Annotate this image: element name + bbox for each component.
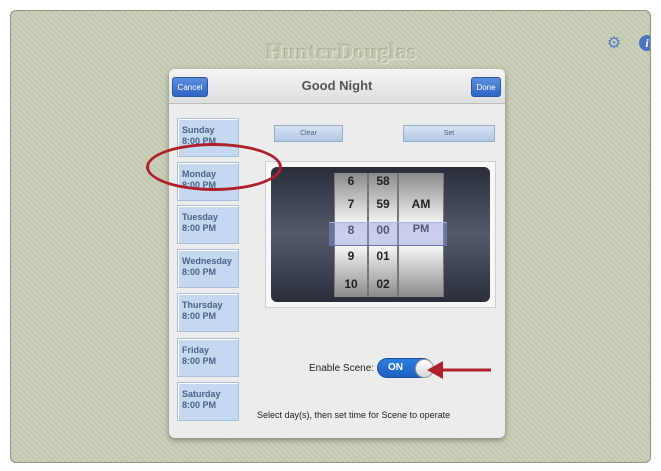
hour-option[interactable]: 9 [335,249,367,263]
scene-dialog: Cancel Good Night Done Sunday 8:00 PM Mo… [169,69,505,438]
period-option[interactable]: AM [399,197,443,211]
brand-logo: HunterDouglas [266,39,417,64]
minute-option[interactable]: 59 [369,197,397,211]
day-wednesday[interactable]: Wednesday 8:00 PM [177,249,239,288]
dialog-header: Cancel Good Night Done [169,69,505,104]
enable-scene-toggle[interactable]: ON [377,358,434,378]
done-button[interactable]: Done [471,77,501,97]
gear-icon[interactable]: ⚙ [606,35,622,52]
set-button[interactable]: Set [403,125,495,142]
time-picker[interactable]: 6 7 8 9 10 58 59 00 01 02 AM PM [271,167,490,302]
toggle-state-text: ON [388,362,403,373]
selection-band [329,222,447,246]
time-picker-frame: 6 7 8 9 10 58 59 00 01 02 AM PM [265,161,496,308]
minute-option[interactable]: 58 [369,174,397,188]
enable-scene-label: Enable Scene: [309,363,375,374]
day-thursday[interactable]: Thursday 8:00 PM [177,293,239,332]
hour-option[interactable]: 10 [335,277,367,291]
clear-button[interactable]: Clear [274,125,343,142]
day-friday[interactable]: Friday 8:00 PM [177,338,239,377]
day-saturday[interactable]: Saturday 8:00 PM [177,382,239,421]
hour-option[interactable]: 6 [335,174,367,188]
instruction-text: Select day(s), then set time for Scene t… [257,410,451,420]
day-tuesday[interactable]: Tuesday 8:00 PM [177,205,239,244]
pointer-arrow-icon [427,361,491,379]
info-icon[interactable]: i [639,35,650,51]
hour-option[interactable]: 7 [335,197,367,211]
highlight-oval [146,143,282,191]
minute-option[interactable]: 02 [369,277,397,291]
dialog-title: Good Night [301,78,373,93]
minute-option[interactable]: 01 [369,249,397,263]
